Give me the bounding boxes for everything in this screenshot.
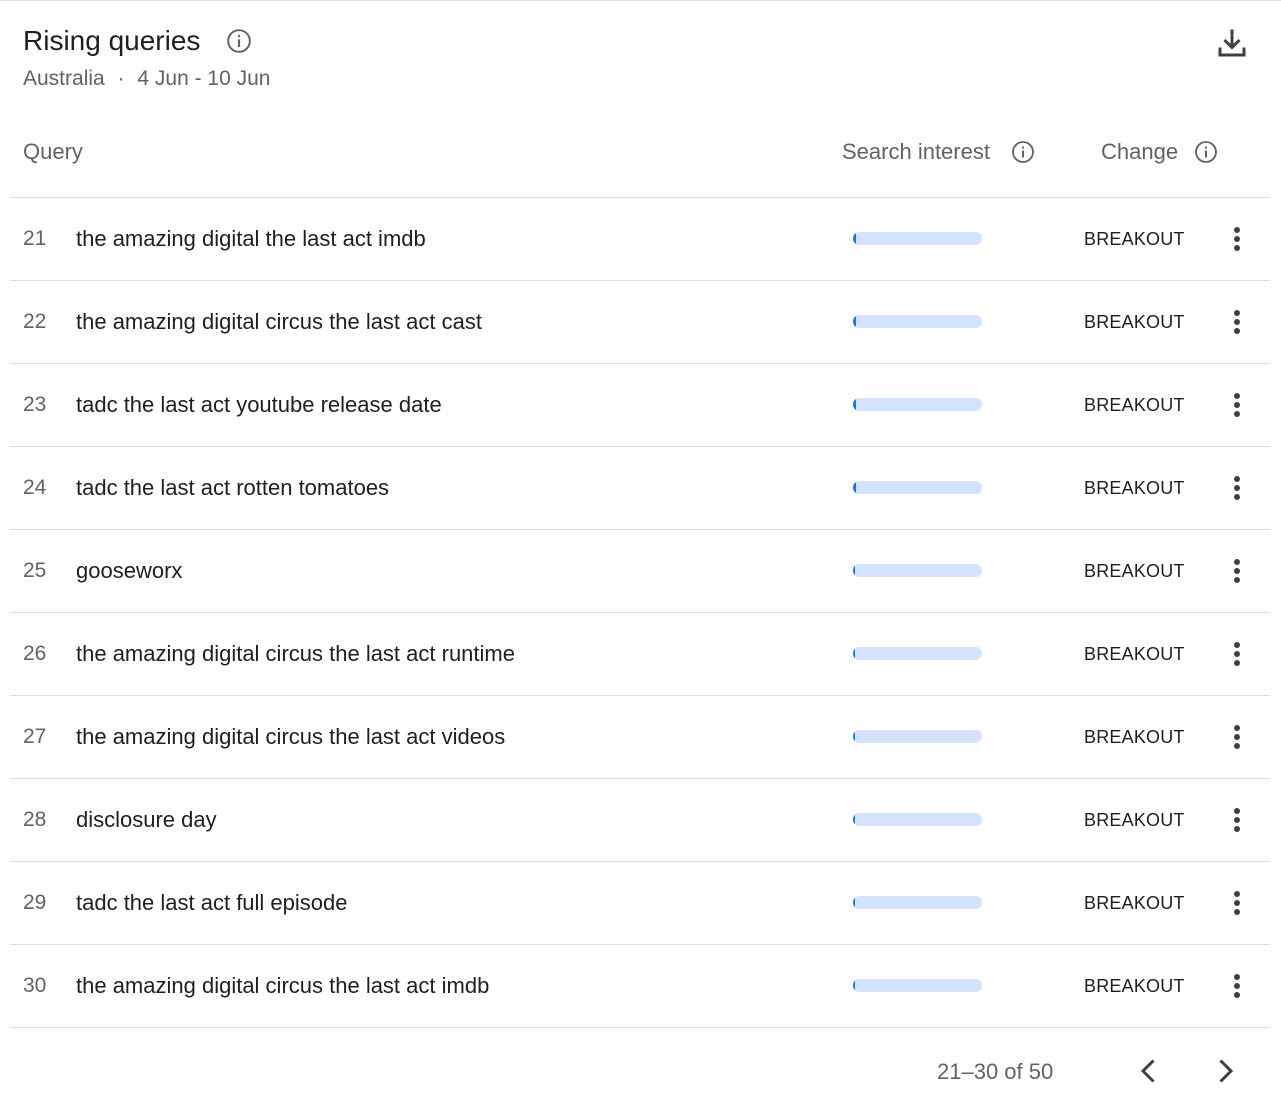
table-row[interactable]: 26 the amazing digital circus the last ac… — [10, 613, 1270, 696]
column-header-query: Query — [23, 139, 83, 164]
column-header-search-interest: Search interest — [842, 139, 990, 164]
pagination-label: 21–30 of 50 — [937, 1059, 1054, 1084]
row-change: BREAKOUT — [1084, 312, 1185, 332]
table-row[interactable]: 28 disclosure day BREAKOUT — [10, 779, 1270, 862]
more-vert-icon[interactable] — [1225, 472, 1249, 504]
more-vert-icon[interactable] — [1225, 970, 1249, 1002]
row-rank: 23 — [23, 393, 47, 416]
search-interest-bar-fill — [853, 979, 855, 992]
row-rank: 28 — [23, 808, 47, 831]
search-interest-bar-fill — [853, 315, 856, 328]
download-icon[interactable] — [1214, 25, 1250, 61]
row-change: BREAKOUT — [1084, 561, 1185, 581]
more-vert-icon[interactable] — [1225, 223, 1249, 255]
row-query[interactable]: tadc the last act rotten tomatoes — [76, 473, 389, 503]
row-change: BREAKOUT — [1084, 810, 1185, 830]
row-query[interactable]: gooseworx — [76, 556, 182, 586]
chevron-left-icon[interactable] — [1131, 1053, 1167, 1089]
search-interest-bar — [853, 232, 982, 245]
row-query[interactable]: the amazing digital circus the last act … — [76, 639, 515, 669]
table-row[interactable]: 23 tadc the last act youtube release date… — [10, 364, 1270, 447]
row-rank: 24 — [23, 476, 47, 499]
table-row[interactable]: 27 the amazing digital circus the last ac… — [10, 696, 1270, 779]
date-range-label: 4 Jun - 10 Jun — [137, 67, 271, 90]
row-change: BREAKOUT — [1084, 893, 1185, 913]
column-header-change: Change — [1101, 139, 1179, 164]
row-rank: 26 — [23, 642, 47, 665]
search-interest-bar-fill — [853, 564, 855, 577]
more-vert-icon[interactable] — [1225, 638, 1249, 670]
row-change: BREAKOUT — [1084, 644, 1185, 664]
search-interest-bar — [853, 647, 982, 660]
more-vert-icon[interactable] — [1225, 389, 1249, 421]
search-interest-bar — [853, 398, 982, 411]
region-label: Australia — [23, 67, 105, 90]
chevron-right-icon[interactable] — [1207, 1053, 1243, 1089]
table-row[interactable]: 29 tadc the last act full episode BREAKOUT — [10, 862, 1270, 945]
search-interest-bar-fill — [853, 232, 856, 245]
row-change: BREAKOUT — [1084, 478, 1185, 498]
card-subtitle: Australia · 4 Jun - 10 Jun — [23, 65, 270, 93]
more-vert-icon[interactable] — [1225, 555, 1249, 587]
search-interest-info-icon[interactable] — [1011, 140, 1035, 164]
more-vert-icon[interactable] — [1225, 721, 1249, 753]
search-interest-bar — [853, 564, 982, 577]
row-query[interactable]: tadc the last act full episode — [76, 888, 348, 918]
search-interest-bar — [853, 730, 982, 743]
row-rank: 22 — [23, 310, 47, 333]
row-query[interactable]: the amazing digital the last act imdb — [76, 224, 426, 254]
row-query[interactable]: the amazing digital circus the last act … — [76, 971, 489, 1001]
query-table: 21 the amazing digital the last act imdb B… — [10, 197, 1270, 1028]
search-interest-bar — [853, 315, 982, 328]
table-row[interactable]: 21 the amazing digital the last act imdb B… — [10, 198, 1270, 281]
row-rank: 25 — [23, 559, 47, 582]
table-row[interactable]: 22 the amazing digital circus the last ac… — [10, 281, 1270, 364]
more-vert-icon[interactable] — [1225, 804, 1249, 836]
search-interest-bar — [853, 813, 982, 826]
card-title: Rising queries — [23, 25, 201, 56]
row-change: BREAKOUT — [1084, 395, 1185, 415]
row-query[interactable]: the amazing digital circus the last act … — [76, 307, 482, 337]
row-change: BREAKOUT — [1084, 229, 1185, 249]
search-interest-bar-fill — [853, 647, 855, 660]
row-query[interactable]: tadc the last act youtube release date — [76, 390, 442, 420]
search-interest-bar — [853, 896, 982, 909]
info-icon[interactable] — [226, 28, 252, 54]
search-interest-bar-fill — [853, 813, 855, 826]
table-row[interactable]: 25 gooseworx BREAKOUT — [10, 530, 1270, 613]
row-query[interactable]: disclosure day — [76, 805, 217, 835]
row-rank: 27 — [23, 725, 47, 748]
row-change: BREAKOUT — [1084, 976, 1185, 996]
more-vert-icon[interactable] — [1225, 306, 1249, 338]
row-change: BREAKOUT — [1084, 727, 1185, 747]
row-rank: 29 — [23, 891, 47, 914]
search-interest-bar-fill — [853, 398, 856, 411]
table-row[interactable]: 24 tadc the last act rotten tomatoes BREAK… — [10, 447, 1270, 530]
search-interest-bar — [853, 979, 982, 992]
change-info-icon[interactable] — [1194, 140, 1218, 164]
more-vert-icon[interactable] — [1225, 887, 1249, 919]
row-query[interactable]: the amazing digital circus the last act … — [76, 722, 505, 752]
search-interest-bar-fill — [853, 896, 855, 909]
table-row[interactable]: 30 the amazing digital circus the last ac… — [10, 945, 1270, 1028]
row-rank: 21 — [23, 227, 47, 250]
search-interest-bar-fill — [853, 730, 855, 743]
subtitle-separator: · — [117, 67, 125, 90]
rising-queries-card: Rising queries Australia · 4 Jun - 10 Ju… — [0, 0, 1281, 1111]
search-interest-bar-fill — [853, 481, 856, 494]
search-interest-bar — [853, 481, 982, 494]
row-rank: 30 — [23, 974, 47, 997]
